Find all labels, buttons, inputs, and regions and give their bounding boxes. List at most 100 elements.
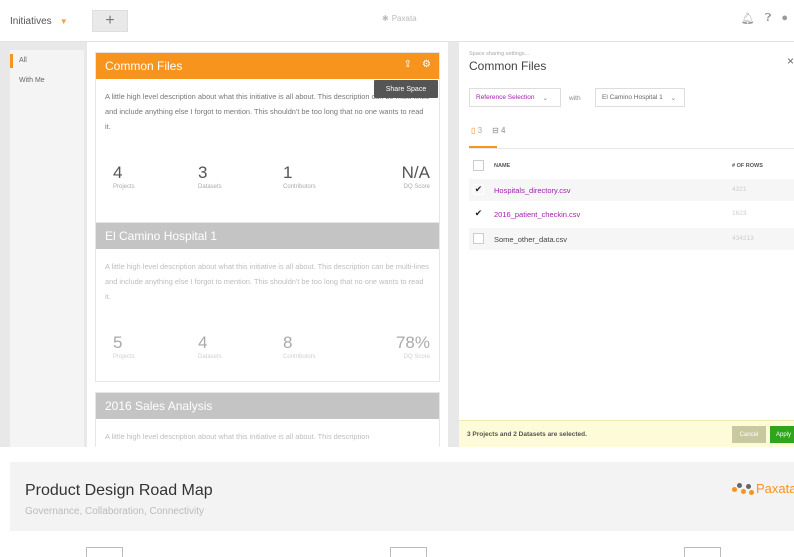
slide-marker — [684, 547, 721, 557]
stat-dq-score: 78% DQ Score — [370, 333, 430, 360]
add-tab-button[interactable]: + — [92, 10, 128, 32]
select-all-checkbox[interactable] — [473, 160, 484, 171]
dataset-name: Some_other_data.csv — [494, 235, 567, 244]
col-rows: # OF ROWS — [732, 163, 763, 169]
apply-button[interactable]: Apply — [770, 426, 794, 443]
tab-projects[interactable]: ▯ 3 — [471, 126, 482, 135]
paxata-mini-icon: ✱ — [382, 14, 389, 23]
initiative-card-sales-analysis[interactable]: 2016 Sales Analysis A little high level … — [95, 392, 440, 447]
stat-contributors: 1 Contributors — [283, 163, 368, 190]
card-title: El Camino Hospital 1 — [105, 229, 218, 243]
tab-datasets[interactable]: ⊟ 4 — [492, 126, 505, 135]
selection-footer: 3 Projects and 2 Datasets are selected. … — [459, 420, 794, 447]
initiative-card-el-camino[interactable]: El Camino Hospital 1 A little high level… — [95, 222, 440, 382]
close-icon[interactable]: × — [787, 54, 794, 68]
with-label: with — [569, 95, 581, 102]
stat-label: Contributors — [283, 184, 316, 190]
initiative-card-common-files[interactable]: Common Files ⇪ ⚙︎ A little high level de… — [95, 52, 440, 224]
stat-label: Contributors — [283, 354, 316, 360]
card-header: El Camino Hospital 1 — [96, 223, 439, 249]
stat-projects: 5 Projects — [113, 333, 198, 360]
card-stats: 4 Projects 3 Datasets 1 Contributors N/A… — [96, 153, 439, 190]
stat-datasets: 4 Datasets — [198, 333, 283, 360]
slide-marker — [390, 547, 427, 557]
dataset-name: 2016_patient_checkin.csv — [494, 210, 581, 219]
selection-message: 3 Projects and 2 Datasets are selected. — [467, 431, 587, 438]
card-description: A little high level description about wh… — [105, 262, 429, 301]
chevron-down-icon: ⌄ — [670, 94, 677, 102]
stat-value: 8 — [283, 333, 293, 352]
card-stats: 5 Projects 4 Datasets 8 Contributors 78%… — [96, 323, 439, 360]
chevron-down-icon: ⌄ — [542, 94, 548, 102]
stat-value: N/A — [401, 163, 430, 182]
table-header: NAME # OF ROWS — [473, 160, 794, 174]
top-brand-search[interactable]: ✱ Paxata — [382, 14, 417, 23]
target-space-dropdown[interactable]: El Camino Hospital 1 ⌄ — [595, 88, 685, 107]
cancel-button[interactable]: Cancel — [732, 426, 766, 443]
nav-item-all[interactable]: All — [10, 50, 84, 70]
checked-checkbox[interactable]: ✔ — [473, 208, 484, 219]
stat-projects: 4 Projects — [113, 163, 198, 190]
stat-value: 3 — [198, 163, 208, 182]
settings-icon[interactable]: ⚙︎ — [422, 59, 431, 70]
row-count: 1623 — [732, 210, 747, 217]
share-space-tooltip: Share Space — [374, 80, 438, 98]
stat-datasets: 3 Datasets — [198, 163, 283, 190]
table-row[interactable]: ✔ 2016_patient_checkin.csv 1623 — [469, 203, 794, 225]
checked-checkbox[interactable]: ✔ — [473, 184, 484, 195]
paxata-logo: Paxata — [732, 481, 794, 496]
dataset-name: Hospitals_directory.csv — [494, 186, 571, 195]
col-name: NAME — [494, 163, 511, 169]
stat-label: Projects — [113, 354, 135, 360]
dropdown-value: El Camino Hospital 1 — [602, 94, 663, 101]
stat-contributors: 8 Contributors — [283, 333, 368, 360]
initiatives-list: Common Files ⇪ ⚙︎ A little high level de… — [87, 42, 448, 447]
dropdown-value: Reference Selection — [476, 94, 535, 101]
card-header: Common Files ⇪ ⚙︎ — [96, 53, 439, 79]
stat-value: 5 — [113, 333, 123, 352]
panel-subtitle: Space sharing settings... — [469, 51, 530, 57]
bell-icon[interactable]: 🔔︎ — [741, 12, 755, 25]
initiatives-dropdown[interactable]: Initiatives ▼ — [10, 10, 85, 32]
card-description: A little high level description about wh… — [105, 432, 370, 441]
help-icon[interactable]: ❓︎ — [765, 12, 772, 25]
share-icon[interactable]: ⇪ — [404, 59, 412, 70]
user-icon[interactable]: ● — [781, 12, 788, 25]
stat-value: 78% — [395, 333, 430, 352]
share-space-panel: Space sharing settings... Common Files ×… — [459, 42, 794, 447]
left-nav: All With Me — [10, 50, 84, 447]
title-banner: Product Design Road Map Governance, Coll… — [10, 462, 794, 531]
top-search-text: Paxata — [391, 14, 417, 23]
plus-icon: + — [105, 12, 115, 29]
nav-item-label: All — [19, 57, 27, 64]
stat-label: Datasets — [198, 354, 222, 360]
card-actions: ⇪ ⚙︎ — [404, 59, 431, 70]
table-row[interactable]: ✔ Hospitals_directory.csv 4321 — [469, 179, 794, 201]
stat-value: 1 — [283, 163, 293, 182]
card-title: Common Files — [105, 59, 183, 73]
project-icon: ▯ — [471, 126, 476, 135]
tab-count: 3 — [477, 126, 483, 135]
reference-selection-dropdown[interactable]: Reference Selection ⌄ — [469, 88, 561, 107]
card-header: 2016 Sales Analysis — [96, 393, 439, 419]
unchecked-checkbox[interactable] — [473, 233, 484, 244]
nav-item-with-me[interactable]: With Me — [10, 70, 84, 90]
nav-item-label: With Me — [19, 77, 45, 84]
paxata-logo-icon — [732, 482, 754, 496]
top-bar: Initiatives ▼ + ✱ Paxata 🔔︎ ❓︎ ● — [0, 0, 794, 42]
table-row[interactable]: Some_other_data.csv 434213 — [469, 228, 794, 250]
tab-count: 4 — [501, 126, 506, 135]
panel-title: Common Files — [469, 59, 547, 73]
dataset-icon: ⊟ — [492, 126, 499, 135]
app-window: Initiatives ▼ + ✱ Paxata 🔔︎ ❓︎ ● All Wit… — [0, 0, 794, 447]
stat-value: 4 — [198, 333, 208, 352]
slide-marker — [86, 547, 123, 557]
stat-dq-score: N/A DQ Score — [370, 163, 430, 190]
row-count: 4321 — [732, 186, 747, 193]
banner-title: Product Design Road Map — [25, 482, 213, 499]
top-icons: 🔔︎ ❓︎ ● — [741, 12, 788, 25]
panel-tabs: ▯ 3 ⊟ 4 — [471, 126, 505, 135]
tab-divider — [469, 148, 794, 149]
stat-label: Datasets — [198, 184, 222, 190]
initiatives-label: Initiatives — [10, 15, 52, 27]
